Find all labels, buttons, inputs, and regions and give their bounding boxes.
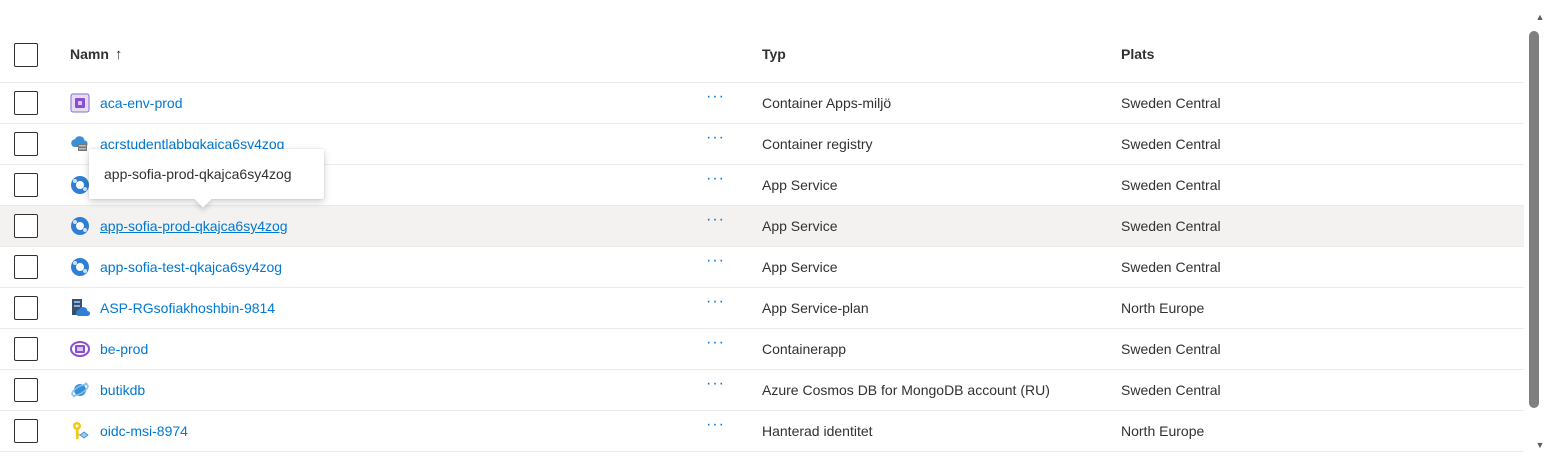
resource-type: Azure Cosmos DB for MongoDB account (RU)	[762, 382, 1050, 398]
more-actions-button[interactable]: ···	[706, 415, 728, 439]
table-row[interactable]: butikdb ··· Azure Cosmos DB for MongoDB …	[0, 370, 1524, 411]
table-row[interactable]: oidc-msi-8974 ··· Hanterad identitet Nor…	[0, 411, 1524, 452]
scroll-up-arrow-icon[interactable]: ▲	[1530, 12, 1550, 26]
row-checkbox[interactable]	[14, 132, 38, 156]
resource-location: Sweden Central	[1121, 136, 1221, 152]
sort-ascending-icon: ↑	[114, 46, 123, 63]
scroll-down-arrow-icon[interactable]: ▼	[1530, 440, 1550, 454]
resource-grid: Namn ↑ Typ Plats aca-env-prod ··· Contain…	[0, 0, 1524, 457]
row-checkbox[interactable]	[14, 91, 38, 115]
app-service-icon	[71, 258, 89, 276]
more-actions-button[interactable]: ···	[706, 251, 728, 275]
resource-type: App Service	[762, 218, 838, 234]
resource-type: Hanterad identitet	[762, 423, 873, 439]
container-apps-environment-icon	[70, 93, 90, 113]
column-header-name-label: Namn	[70, 46, 109, 62]
managed-identity-icon	[73, 422, 89, 439]
table-row[interactable]: app-sofia-prod-qkajca6sy4zog ··· App Ser…	[0, 206, 1524, 247]
resource-location: North Europe	[1121, 300, 1205, 316]
resource-type: App Service-plan	[762, 300, 869, 316]
table-row[interactable]: ASP-RGsofiakhoshbin-9814 ··· App Service…	[0, 288, 1524, 329]
app-service-plan-icon	[72, 299, 90, 316]
app-service-icon	[71, 217, 89, 235]
resource-type: Container registry	[762, 136, 873, 152]
table-row[interactable]: be-prod ··· Containerapp Sweden Central	[0, 329, 1524, 370]
resource-location: Sweden Central	[1121, 259, 1221, 275]
tooltip-text: app-sofia-prod-qkajca6sy4zog	[104, 166, 292, 182]
column-header-name[interactable]: Namn ↑	[70, 46, 122, 63]
resource-name-link[interactable]: app-sofia-test-qkajca6sy4zog	[100, 259, 282, 275]
resource-type: App Service	[762, 259, 838, 275]
resource-name-link[interactable]: butikdb	[100, 382, 145, 398]
column-header-type[interactable]: Typ	[762, 46, 786, 62]
resource-location: Sweden Central	[1121, 218, 1221, 234]
row-checkbox[interactable]	[14, 173, 38, 197]
row-checkbox[interactable]	[14, 255, 38, 279]
more-actions-button[interactable]: ···	[706, 292, 728, 316]
resource-location: North Europe	[1121, 423, 1205, 439]
row-checkbox[interactable]	[14, 419, 38, 443]
row-checkbox[interactable]	[14, 296, 38, 320]
more-actions-button[interactable]: ···	[706, 87, 728, 111]
container-app-icon	[70, 341, 90, 357]
resource-name-link[interactable]: aca-env-prod	[100, 95, 183, 111]
row-checkbox[interactable]	[14, 378, 38, 402]
column-header-location[interactable]: Plats	[1121, 46, 1154, 62]
more-actions-button[interactable]: ···	[706, 333, 728, 357]
resource-location: Sweden Central	[1121, 95, 1221, 111]
select-all-checkbox[interactable]	[14, 43, 38, 67]
cosmos-db-icon	[71, 382, 89, 398]
resource-type: App Service	[762, 177, 838, 193]
resource-location: Sweden Central	[1121, 341, 1221, 357]
row-checkbox[interactable]	[14, 337, 38, 361]
resource-name-tooltip: app-sofia-prod-qkajca6sy4zog	[89, 149, 324, 208]
resource-location: Sweden Central	[1121, 177, 1221, 193]
more-actions-button[interactable]: ···	[706, 128, 728, 152]
resource-type: Container Apps-miljö	[762, 95, 892, 111]
app-service-icon	[71, 176, 89, 194]
resource-name-link[interactable]: ASP-RGsofiakhoshbin-9814	[100, 300, 275, 316]
row-checkbox[interactable]	[14, 214, 38, 238]
grid-header-row: Namn ↑ Typ Plats	[0, 29, 1524, 83]
resource-list-view: Namn ↑ Typ Plats aca-env-prod ··· Contain…	[0, 0, 1554, 457]
resource-name-link[interactable]: be-prod	[100, 341, 148, 357]
scrollbar-thumb[interactable]	[1529, 31, 1539, 408]
more-actions-button[interactable]: ···	[706, 374, 728, 398]
more-actions-button[interactable]: ···	[706, 210, 728, 234]
container-registry-icon	[71, 136, 88, 151]
resource-name-link[interactable]: oidc-msi-8974	[100, 423, 188, 439]
resource-type: Containerapp	[762, 341, 847, 357]
resource-name-link[interactable]: app-sofia-prod-qkajca6sy4zog	[100, 218, 288, 234]
more-actions-button[interactable]: ···	[706, 169, 728, 193]
resource-location: Sweden Central	[1121, 382, 1221, 398]
table-row[interactable]: app-sofia-test-qkajca6sy4zog ··· App Ser…	[0, 247, 1524, 288]
table-row[interactable]: aca-env-prod ··· Container Apps-miljö Sw…	[0, 83, 1524, 124]
